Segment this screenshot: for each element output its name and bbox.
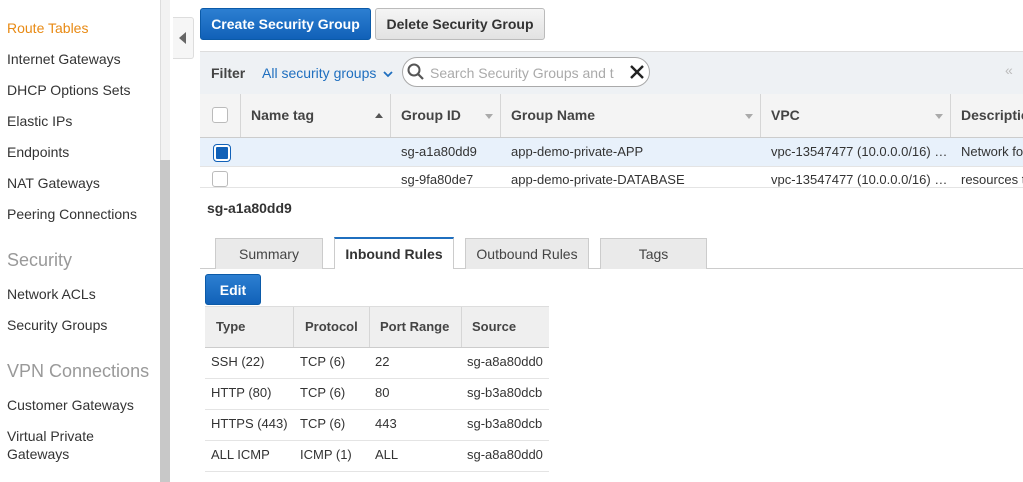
sidebar-item-customer-gateways[interactable]: Customer Gateways: [7, 397, 134, 413]
rule-protocol: TCP (6): [300, 385, 346, 400]
column-divider: [390, 94, 391, 137]
sidebar-item-virtual-private-gateways[interactable]: Virtual Private: [7, 428, 94, 444]
sort-icon[interactable]: [935, 114, 943, 119]
filter-label: Filter: [211, 65, 246, 81]
tab-summary[interactable]: Summary: [215, 238, 323, 269]
rule-source: sg-b3a80dcb: [467, 416, 543, 431]
search-box: [402, 57, 650, 87]
column-divider: [950, 94, 951, 137]
row-checkbox[interactable]: [212, 171, 228, 187]
create-security-group-button[interactable]: Create Security Group: [200, 8, 371, 40]
tab-inbound-rules[interactable]: Inbound Rules: [334, 237, 454, 269]
sidebar-item-virtual-private-gateways-line2[interactable]: Gateways: [7, 446, 69, 462]
sidebar-item-elastic-ips[interactable]: Elastic IPs: [7, 113, 72, 129]
sidebar-scrollbar-thumb[interactable]: [160, 160, 170, 482]
filter-select[interactable]: All security groups: [262, 65, 393, 81]
column-header-vpc[interactable]: VPC: [771, 107, 800, 123]
sidebar-item-security-groups[interactable]: Security Groups: [7, 317, 107, 333]
search-input[interactable]: [428, 62, 630, 84]
column-header-description[interactable]: Descriptio: [961, 107, 1023, 123]
rule-port-range: 80: [375, 385, 390, 400]
rules-header-port-range: Port Range: [380, 319, 450, 334]
first-page-icon[interactable]: «: [1005, 62, 1013, 78]
rule-port-range: 443: [375, 416, 397, 431]
collapse-sidebar-button[interactable]: [173, 17, 194, 59]
sidebar: Route Tables Internet Gateways DHCP Opti…: [0, 0, 170, 482]
sidebar-item-route-tables[interactable]: Route Tables: [7, 20, 88, 36]
rule-port-range: 22: [375, 354, 390, 369]
rule-type: HTTPS (443): [211, 416, 288, 431]
filter-select-value: All security groups: [262, 65, 377, 81]
rules-table-header: Type Protocol Port Range Source: [205, 306, 549, 348]
column-header-group-name[interactable]: Group Name: [511, 107, 595, 123]
edit-button[interactable]: Edit: [205, 274, 261, 305]
rule-protocol: TCP (6): [300, 354, 346, 369]
rule-row: HTTPS (443) TCP (6) 443 sg-b3a80dcb: [205, 409, 549, 441]
cell-group-id: sg-a1a80dd9: [401, 144, 477, 159]
chevron-down-icon: [383, 71, 393, 78]
sidebar-item-dhcp-options-sets[interactable]: DHCP Options Sets: [7, 82, 130, 98]
cell-description: resources t: [961, 172, 1023, 187]
sidebar-section-vpn-connections: VPN Connections: [7, 361, 150, 381]
cell-group-name: app-demo-private-APP: [511, 144, 644, 159]
select-all-checkbox[interactable]: [212, 107, 228, 123]
cell-group-id: sg-9fa80de7: [401, 172, 474, 187]
column-divider: [461, 307, 462, 347]
sidebar-item-peering-connections[interactable]: Peering Connections: [7, 206, 137, 222]
rule-source: sg-a8a80dd0: [467, 354, 543, 369]
rule-row: ALL ICMP ICMP (1) ALL sg-a8a80dd0: [205, 440, 549, 472]
column-divider: [293, 307, 294, 347]
sidebar-section-security: Security: [7, 250, 73, 270]
sort-ascending-icon[interactable]: [375, 113, 383, 118]
row-checkbox[interactable]: [213, 144, 231, 162]
delete-security-group-button[interactable]: Delete Security Group: [375, 8, 545, 40]
rules-header-protocol: Protocol: [305, 319, 358, 334]
chevron-left-icon: [179, 32, 186, 44]
column-header-name-tag[interactable]: Name tag: [251, 107, 314, 123]
column-header-group-id[interactable]: Group ID: [401, 107, 461, 123]
cell-vpc: vpc-13547477 (10.0.0.0/16) …: [771, 172, 948, 187]
column-divider: [240, 94, 241, 137]
rule-type: SSH (22): [211, 354, 265, 369]
tab-outbound-rules[interactable]: Outbound Rules: [465, 238, 589, 269]
table-row[interactable]: sg-a1a80dd9 app-demo-private-APP vpc-135…: [200, 138, 1023, 167]
sidebar-item-internet-gateways[interactable]: Internet Gateways: [7, 51, 121, 67]
sidebar-item-endpoints[interactable]: Endpoints: [7, 144, 69, 160]
column-divider: [369, 307, 370, 347]
cell-group-name: app-demo-private-DATABASE: [511, 172, 685, 187]
rule-row: SSH (22) TCP (6) 22 sg-a8a80dd0: [205, 347, 549, 379]
rule-row: HTTP (80) TCP (6) 80 sg-b3a80dcb: [205, 378, 549, 410]
sidebar-item-network-acls[interactable]: Network ACLs: [7, 286, 96, 302]
rules-header-source: Source: [472, 319, 517, 334]
clear-search-icon[interactable]: [629, 64, 645, 80]
sidebar-item-nat-gateways[interactable]: NAT Gateways: [7, 175, 100, 191]
cell-vpc: vpc-13547477 (10.0.0.0/16) …: [771, 144, 948, 159]
rule-port-range: ALL: [375, 447, 399, 462]
rule-type: HTTP (80): [211, 385, 272, 400]
column-divider: [500, 94, 501, 137]
detail-title: sg-a1a80dd9: [207, 200, 292, 216]
rule-protocol: ICMP (1): [300, 447, 352, 462]
rule-source: sg-b3a80dcb: [467, 385, 543, 400]
sort-icon[interactable]: [485, 114, 493, 119]
column-divider: [760, 94, 761, 137]
rule-protocol: TCP (6): [300, 416, 346, 431]
rule-source: sg-a8a80dd0: [467, 447, 543, 462]
cell-description: Network fo: [961, 144, 1023, 159]
table-row[interactable]: sg-9fa80de7 app-demo-private-DATABASE vp…: [200, 167, 1023, 188]
table-header: Name tag Group ID Group Name VPC Descrip…: [200, 94, 1023, 138]
sort-icon[interactable]: [745, 114, 753, 119]
rules-header-type: Type: [216, 319, 246, 334]
search-icon: [407, 63, 424, 80]
rule-type: ALL ICMP: [211, 447, 270, 462]
tab-tags[interactable]: Tags: [600, 238, 707, 269]
